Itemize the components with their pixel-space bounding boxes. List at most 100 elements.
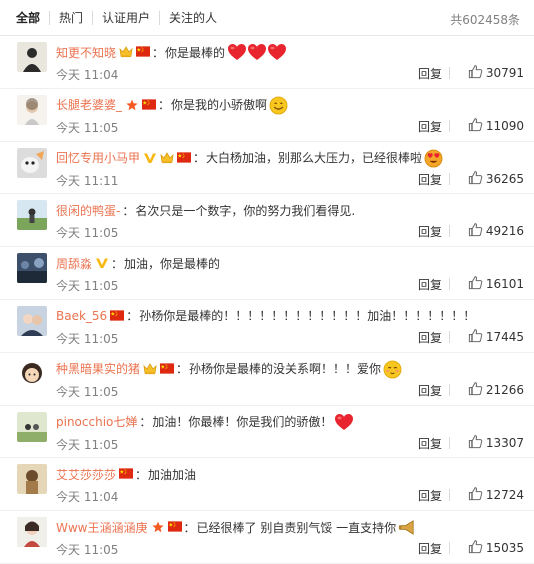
comment-line: Www王涵涵涵庚 ：已经很棒了 别自责别气馁 一直支持你 — [56, 517, 524, 537]
username-link[interactable]: 回忆专用小马甲 — [56, 149, 140, 166]
username-link[interactable]: 艾艾莎莎莎 — [56, 466, 116, 483]
reply-button[interactable]: 回复 — [418, 65, 442, 82]
china-flag-icon — [177, 151, 192, 164]
action-divider — [449, 542, 450, 555]
comment-line: Baek_56 ：孙杨你是最棒的！！！！！！！！！！！！加油！！！！！！！ — [56, 306, 524, 326]
like-button[interactable]: 17445 — [468, 328, 524, 346]
china-flag-icon — [160, 363, 175, 375]
like-button[interactable]: 11090 — [468, 117, 524, 135]
like-button[interactable]: 15035 — [468, 539, 524, 557]
china-flag-icon — [119, 468, 134, 480]
comment-item: 种黑暗果实的猪 ：孙杨你是最棒的没关系啊！！！爱你今天 11:05 回复 21266 — [0, 353, 534, 406]
tab-following[interactable]: 关注的人 — [159, 10, 226, 25]
comment-text: 名次只是一个数字，你的努力我们看得见. — [135, 203, 356, 218]
like-count: 30791 — [485, 66, 524, 80]
comment-list: 知更不知晓 ： 你是最棒的今天 11:04 回复 30791 长腿老婆婆_：你是我的小骄傲… — [0, 36, 534, 564]
reply-button[interactable]: 回复 — [418, 276, 442, 293]
thumbs-up-icon — [468, 381, 486, 399]
username-link[interactable]: pinocchio七婵 — [56, 413, 137, 430]
comment-timestamp: 今天 11:04 — [56, 68, 119, 82]
colon-separator: ： — [193, 151, 206, 166]
comment-text: 孙杨你是最棒的！！！！！！！！！！！！加油！！！！！！！ — [139, 309, 476, 324]
colon-separator: ： — [111, 256, 124, 271]
avatar[interactable] — [17, 305, 47, 336]
colon-separator: ： — [122, 203, 135, 218]
comment-item: 知更不知晓 ：你是最棒的 今天 11:04 回复 30791 — [0, 36, 534, 89]
like-button[interactable]: 21266 — [468, 381, 524, 399]
like-button[interactable]: 13307 — [468, 434, 524, 452]
smile-emoji-icon — [269, 96, 288, 115]
action-divider — [449, 436, 450, 449]
like-count: 21266 — [485, 382, 524, 397]
china-flag-icon — [136, 46, 151, 58]
comment-text: 已经很棒了 别自责别气馁 一直支持你 — [196, 520, 397, 535]
vip-crown-icon — [160, 151, 174, 164]
reply-button[interactable]: 回复 — [418, 382, 442, 399]
like-button[interactable]: 12724 — [468, 486, 524, 504]
username-link[interactable]: 种黑暗果实的猪 — [56, 360, 140, 377]
like-count: 17445 — [485, 329, 524, 344]
like-button[interactable]: 16101 — [468, 275, 524, 293]
reply-button[interactable]: 回复 — [418, 118, 442, 135]
avatar[interactable] — [17, 200, 47, 231]
username-link[interactable]: 长腿老婆婆_ — [56, 96, 122, 113]
avatar[interactable] — [17, 94, 47, 125]
verified-v-icon — [143, 152, 157, 164]
comment-line: pinocchio七婵：加油！你最棒！你是我们的骄傲！ — [56, 412, 524, 432]
comment-line: 回忆专用小马甲 ：大白杨加油，别那么大压力，已经很棒啦 — [56, 148, 524, 168]
action-divider — [449, 330, 450, 343]
comment-item: 艾艾莎莎莎 ：加油加油 今天 11:04 回复 12724 — [0, 458, 534, 512]
heart-emoji-icon — [247, 43, 267, 61]
like-count: 16101 — [485, 277, 524, 292]
avatar[interactable] — [17, 358, 47, 389]
username-link[interactable]: 很闲的鸭蛋- — [56, 202, 120, 219]
comment-line: 长腿老婆婆_ ：你是我的小骄傲啊 — [56, 95, 524, 115]
comment-text: 孙杨你是最棒的没关系啊！！！爱你 — [189, 362, 382, 377]
reply-button[interactable]: 回复 — [418, 487, 442, 504]
tab-verified-users[interactable]: 认证用户 — [92, 10, 159, 25]
like-button[interactable]: 49216 — [468, 222, 524, 240]
reply-button[interactable]: 回复 — [418, 435, 442, 452]
vip-crown-icon — [143, 363, 157, 375]
thumbs-up-icon — [468, 275, 486, 293]
comment-timestamp: 今天 11:05 — [56, 384, 119, 399]
thumbs-up-icon — [468, 486, 486, 504]
reply-button[interactable]: 回复 — [418, 540, 442, 557]
username-link[interactable]: Baek_56 — [56, 309, 107, 323]
thumbs-up-icon — [468, 64, 486, 82]
reply-button[interactable]: 回复 — [418, 329, 442, 346]
like-button[interactable]: 30791 — [468, 64, 524, 82]
colon-separator: ： — [135, 467, 148, 482]
thumbs-up-icon — [468, 170, 486, 188]
avatar[interactable] — [17, 517, 47, 548]
comment-text: 加油！你最棒！你是我们的骄傲！ — [152, 415, 333, 430]
like-count: 15035 — [485, 541, 524, 556]
avatar[interactable] — [17, 42, 47, 72]
username-link[interactable]: 周舔淼 — [56, 255, 92, 272]
thumbs-up-icon — [468, 434, 486, 452]
comment-item: 长腿老婆婆_ ：你是我的小骄傲啊 今天 11:05 回复 11090 — [0, 89, 534, 142]
username-link[interactable]: 知更不知晓 — [56, 44, 116, 61]
reply-button[interactable]: 回复 — [418, 223, 442, 240]
avatar[interactable] — [17, 253, 47, 284]
avatar[interactable] — [17, 411, 47, 442]
thumbs-up-icon — [468, 328, 486, 346]
tab-all[interactable]: 全部 — [12, 11, 49, 25]
tab-hot[interactable]: 热门 — [49, 10, 92, 25]
comment-item: 回忆专用小马甲 ：大白杨加油，别那么大压力，已经很棒啦 今天 11:11 回复 3626… — [0, 142, 534, 195]
comment-text: 你是最棒的 — [165, 45, 226, 60]
heart-eyes-emoji-icon — [424, 149, 443, 168]
avatar[interactable] — [17, 464, 47, 495]
blush-emoji-icon — [383, 360, 402, 379]
comment-tabs: 全部 热门 认证用户 关注的人 共602458条 — [0, 0, 534, 36]
reply-button[interactable]: 回复 — [418, 171, 442, 188]
action-divider — [449, 119, 450, 132]
heart-emoji-icon — [334, 413, 354, 431]
colon-separator: ： — [139, 415, 152, 430]
comment-timestamp: 今天 11:05 — [56, 279, 119, 294]
like-button[interactable]: 36265 — [468, 170, 524, 188]
avatar[interactable] — [17, 147, 47, 178]
username-link[interactable]: Www王涵涵涵庚 — [56, 519, 148, 536]
comment-line: 种黑暗果实的猪 ：孙杨你是最棒的没关系啊！！！爱你 — [56, 359, 524, 379]
comment-timestamp: 今天 11:05 — [56, 226, 119, 241]
